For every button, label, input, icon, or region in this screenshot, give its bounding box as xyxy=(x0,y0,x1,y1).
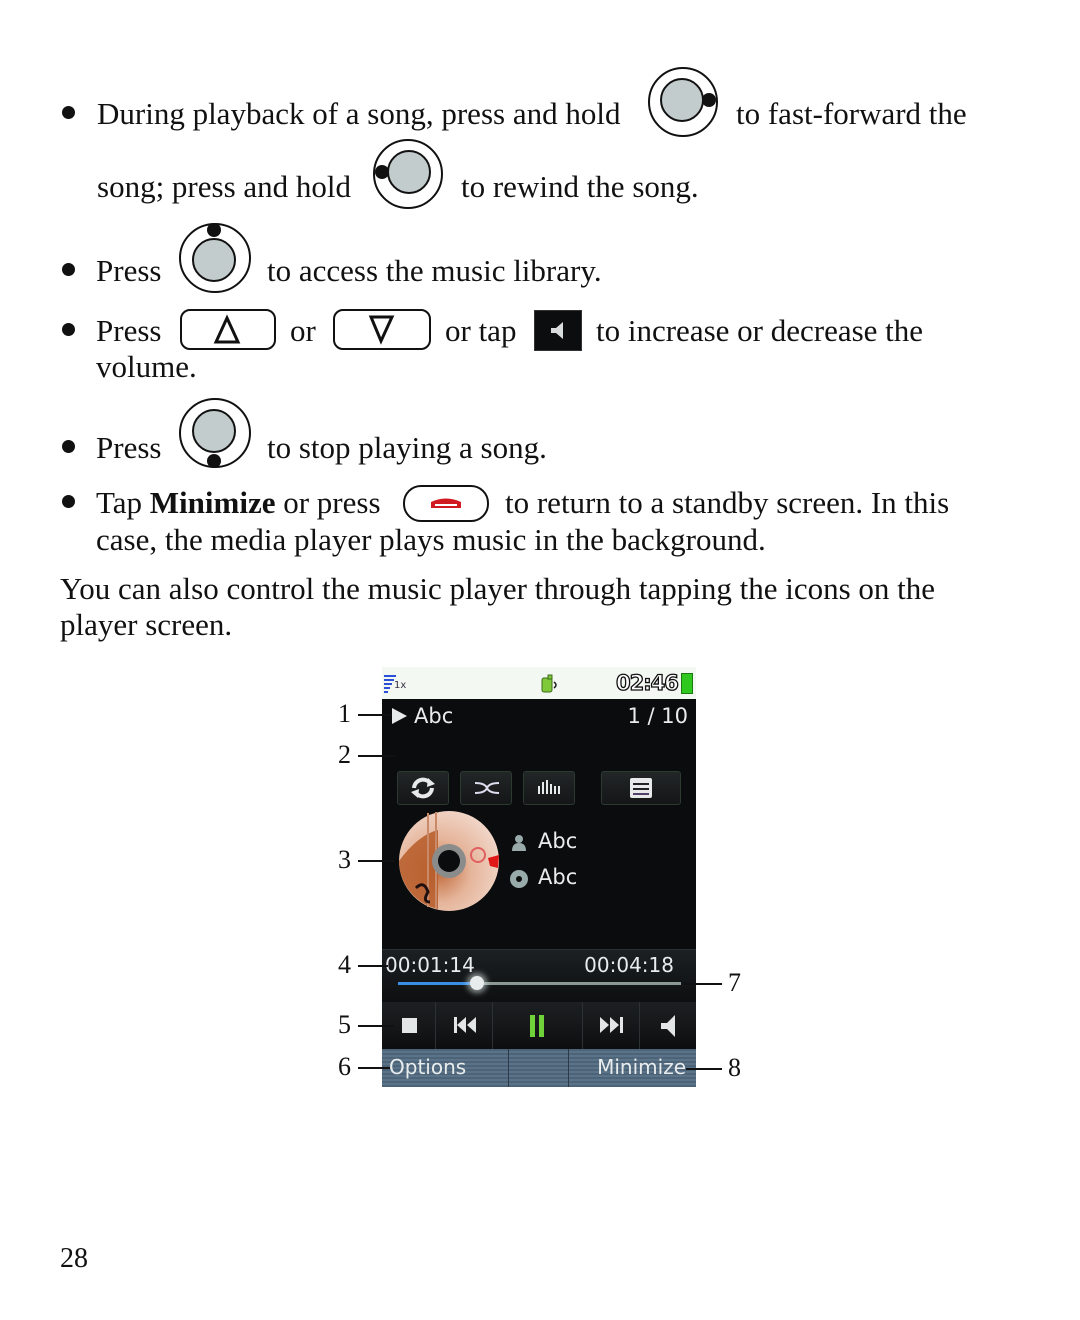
nav-key-down-icon xyxy=(179,398,251,468)
callout-3: 3 xyxy=(338,845,351,874)
bullet-5-minimize: Minimize xyxy=(149,485,276,520)
bullet-2-text-a: Press xyxy=(96,253,162,288)
softkey-bar: Options Minimize xyxy=(382,1049,696,1087)
minimize-softkey[interactable]: Minimize xyxy=(597,1055,686,1079)
page-number: 28 xyxy=(60,1243,88,1274)
bullet-3-text-ortap: or tap xyxy=(445,313,517,348)
album-art xyxy=(399,811,499,911)
softkey-divider xyxy=(508,1049,509,1087)
bullet-marker xyxy=(62,495,75,508)
bullet-4-text-b: to stop playing a song. xyxy=(267,430,547,465)
bullet-3-text-b: to increase or decrease the xyxy=(596,313,924,348)
playlist-icon xyxy=(630,778,652,798)
shuffle-button[interactable] xyxy=(460,771,512,805)
callout-line-8 xyxy=(686,1068,722,1070)
shuffle-icon xyxy=(474,782,500,794)
track-title: Abc xyxy=(414,704,454,728)
callout-4: 4 xyxy=(338,950,351,979)
bullet-marker xyxy=(62,323,75,336)
stop-icon xyxy=(402,1018,417,1033)
callout-line-3 xyxy=(358,860,394,862)
music-mode-icon xyxy=(541,674,557,693)
bullet-5-tap: Tap xyxy=(96,485,143,520)
clock: 02:46 xyxy=(615,670,679,695)
callout-line-2 xyxy=(358,755,396,757)
callout-2: 2 xyxy=(338,740,351,769)
player-body: Abc 1 / 10 Abc Abc 00:01:14 00:04:18 xyxy=(382,699,696,1051)
previous-button[interactable] xyxy=(436,1002,493,1049)
callout-line-6 xyxy=(358,1067,390,1069)
bullet-marker xyxy=(62,106,75,119)
artist-name: Abc xyxy=(538,829,578,853)
bullet-5-text-b: to return to a standby screen. In this xyxy=(505,485,950,520)
repeat-button[interactable] xyxy=(397,771,449,805)
bullet-1-text-c: song; press and hold xyxy=(97,169,352,204)
bullet-1-text-d: to rewind the song. xyxy=(461,169,699,204)
pause-icon xyxy=(530,1015,544,1037)
album-name: Abc xyxy=(538,865,578,889)
nav-key-right-icon xyxy=(648,67,718,137)
softkey-divider xyxy=(568,1049,569,1087)
play-state-icon xyxy=(392,708,407,724)
volume-icon xyxy=(661,1015,675,1037)
callout-5: 5 xyxy=(338,1010,351,1039)
callout-7: 7 xyxy=(728,968,741,997)
bullet-1-text-b: to fast-forward the xyxy=(736,96,967,131)
playlist-button[interactable] xyxy=(601,771,681,805)
paragraph-line-1: You can also control the music player th… xyxy=(60,571,936,606)
next-button[interactable] xyxy=(583,1002,640,1049)
nav-key-left-icon xyxy=(373,139,443,209)
callout-6: 6 xyxy=(338,1052,351,1081)
bullet-3-text-or: or xyxy=(290,313,316,348)
total-duration: 00:04:18 xyxy=(584,953,674,977)
nav-key-up-icon xyxy=(179,223,251,293)
volume-up-key-icon xyxy=(180,309,276,350)
volume-button[interactable] xyxy=(640,1002,696,1049)
bullet-2-text-b: to access the music library. xyxy=(267,253,602,288)
callout-line-1 xyxy=(358,714,392,716)
end-call-key-icon xyxy=(403,485,489,522)
music-player-screen: 1x 02:46 Abc 1 / 10 Abc Abc 00:01:14 00:… xyxy=(382,667,696,1087)
bullet-marker xyxy=(62,263,75,276)
bullet-5-text-c: case, the media player plays music in th… xyxy=(96,522,766,557)
callout-line-4 xyxy=(358,965,388,967)
bullet-5-text-a: Tap Minimize or press xyxy=(96,485,381,521)
repeat-icon xyxy=(411,777,435,799)
callout-line-7 xyxy=(684,983,722,985)
network-label: 1x xyxy=(394,680,407,691)
speaker-icon xyxy=(534,310,582,351)
status-bar: 1x 02:46 xyxy=(382,667,696,699)
volume-down-key-icon xyxy=(333,309,431,350)
next-icon xyxy=(600,1017,623,1033)
equalizer-button[interactable] xyxy=(523,771,575,805)
options-softkey[interactable]: Options xyxy=(389,1055,466,1079)
pause-button[interactable] xyxy=(493,1002,583,1049)
paragraph-line-2: player screen. xyxy=(60,607,233,642)
bullet-3-text-a: Press xyxy=(96,313,162,348)
bullet-marker xyxy=(62,440,75,453)
battery-icon xyxy=(681,673,693,694)
elapsed-time: 00:01:14 xyxy=(385,953,475,977)
bullet-5-orpress: or press xyxy=(283,485,381,520)
callout-8: 8 xyxy=(728,1053,741,1082)
progress-fill xyxy=(398,982,478,985)
equalizer-icon xyxy=(538,780,560,794)
bullet-4-text-a: Press xyxy=(96,430,162,465)
album-icon xyxy=(510,870,528,888)
callout-line-5 xyxy=(358,1025,394,1027)
callout-1: 1 xyxy=(338,699,351,728)
previous-icon xyxy=(454,1017,476,1033)
track-counter: 1 / 10 xyxy=(627,704,688,728)
bullet-1-text-a: During playback of a song, press and hol… xyxy=(97,96,621,131)
bullet-3-text-c: volume. xyxy=(96,349,197,384)
artist-icon xyxy=(512,835,526,851)
